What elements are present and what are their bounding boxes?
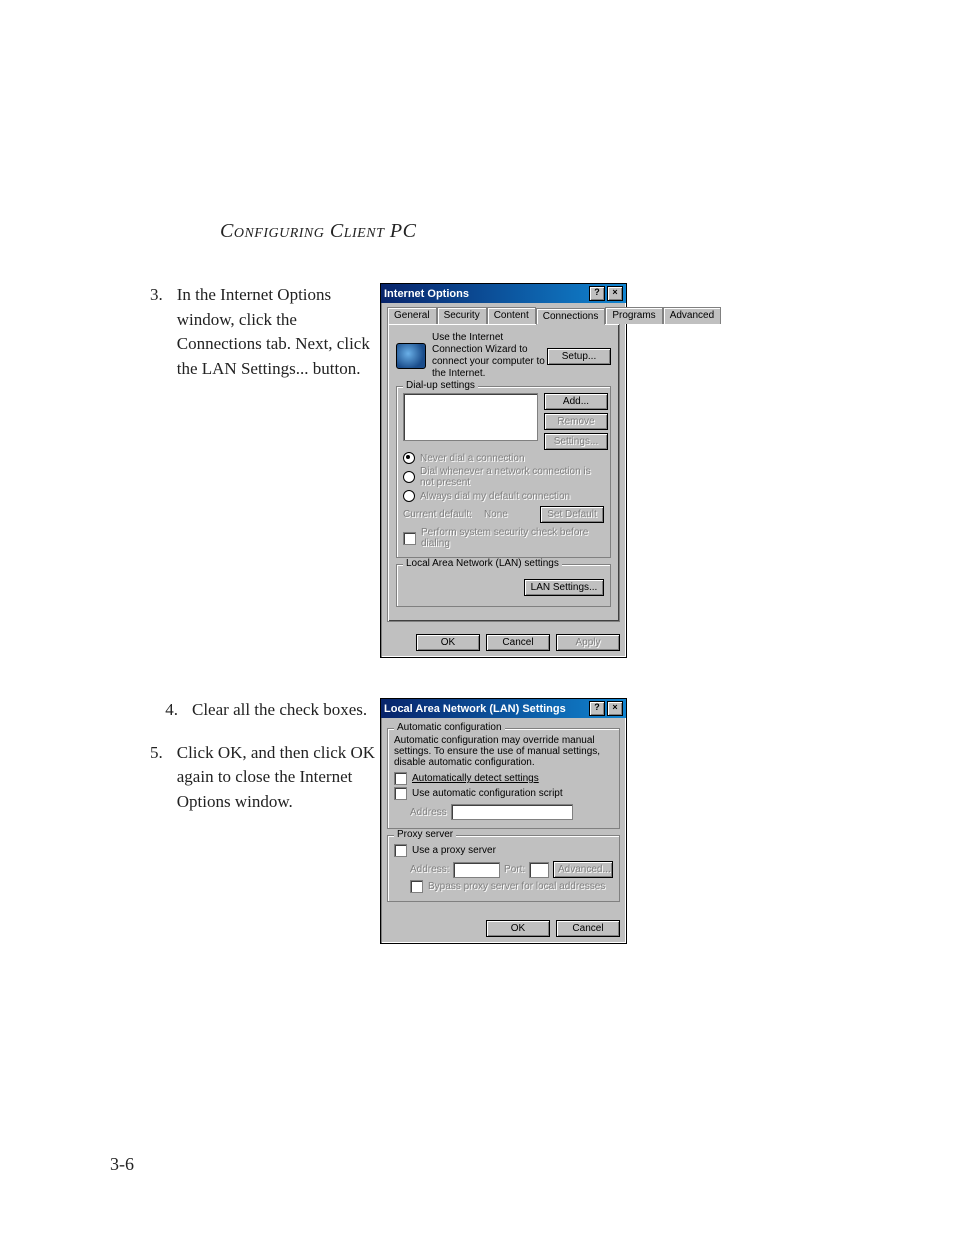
auto-config-text: Automatic configuration may override man… bbox=[394, 735, 613, 768]
remove-button: Remove bbox=[544, 413, 608, 430]
add-button[interactable]: Add... bbox=[544, 393, 608, 410]
proxy-address-input bbox=[453, 862, 500, 878]
help-icon[interactable]: ? bbox=[589, 701, 605, 716]
dialup-fieldset: Dial-up settings Add... Remove Settings.… bbox=[396, 386, 611, 558]
step-5-text: Click OK, and then click OK again to clo… bbox=[177, 741, 380, 815]
internet-options-dialog: Internet Options ? × General Security Co… bbox=[380, 283, 627, 658]
tab-connections[interactable]: Connections bbox=[536, 308, 606, 325]
chk-auto-detect-label: Automatically detect settings bbox=[412, 773, 539, 784]
apply-button: Apply bbox=[556, 634, 620, 651]
checkbox-icon bbox=[410, 880, 423, 893]
radio-never-dial: Never dial a connection bbox=[403, 452, 604, 464]
system-security-check-label: Perform system security check before dia… bbox=[421, 527, 604, 549]
current-default-label: Current default: bbox=[403, 509, 472, 520]
radio-never-dial-label: Never dial a connection bbox=[420, 453, 525, 464]
radio-always-dial-label: Always dial my default connection bbox=[420, 491, 570, 502]
tab-content[interactable]: Content bbox=[487, 307, 536, 324]
proxy-port-label: Port: bbox=[504, 864, 525, 875]
advanced-button: Advanced... bbox=[553, 861, 613, 878]
settings-button: Settings... bbox=[544, 433, 608, 450]
tab-advanced[interactable]: Advanced bbox=[663, 307, 721, 324]
lan-settings-button[interactable]: LAN Settings... bbox=[524, 579, 604, 596]
radio-icon bbox=[403, 490, 415, 502]
script-address-input bbox=[451, 804, 573, 820]
proxy-legend: Proxy server bbox=[394, 829, 456, 840]
lan-settings-title: Local Area Network (LAN) Settings bbox=[384, 703, 587, 715]
proxy-address-label: Address: bbox=[410, 864, 449, 875]
dialup-listbox[interactable] bbox=[403, 393, 538, 441]
checkbox-icon bbox=[403, 532, 416, 545]
step-4-number: 4. bbox=[150, 698, 178, 723]
close-icon[interactable]: × bbox=[607, 701, 623, 716]
chk-auto-detect[interactable]: Automatically detect settings bbox=[394, 772, 613, 785]
globe-icon bbox=[396, 343, 426, 369]
ok-button[interactable]: OK bbox=[416, 634, 480, 651]
radio-icon bbox=[403, 471, 415, 483]
lan-fieldset: Local Area Network (LAN) settings LAN Se… bbox=[396, 564, 611, 607]
wizard-text: Use the Internet Connection Wizard to co… bbox=[432, 332, 547, 380]
page-number: 3-6 bbox=[110, 1154, 134, 1175]
help-icon[interactable]: ? bbox=[589, 286, 605, 301]
lan-settings-titlebar[interactable]: Local Area Network (LAN) Settings ? × bbox=[381, 699, 626, 718]
script-address-label: Address bbox=[410, 807, 447, 818]
step-4: 4. Clear all the check boxes. bbox=[150, 698, 380, 723]
dialup-legend: Dial-up settings bbox=[403, 380, 478, 391]
internet-options-titlebar[interactable]: Internet Options ? × bbox=[381, 284, 626, 303]
close-icon[interactable]: × bbox=[607, 286, 623, 301]
proxy-fieldset: Proxy server Use a proxy server Address:… bbox=[387, 835, 620, 902]
chk-use-script[interactable]: Use automatic configuration script bbox=[394, 787, 613, 800]
radio-icon bbox=[403, 452, 415, 464]
proxy-port-input bbox=[529, 862, 549, 878]
setup-button[interactable]: Setup... bbox=[547, 348, 611, 365]
cancel-button[interactable]: Cancel bbox=[486, 634, 550, 651]
step-3-number: 3. bbox=[150, 283, 163, 382]
chk-bypass-local-label: Bypass proxy server for local addresses bbox=[428, 881, 605, 892]
cancel-button[interactable]: Cancel bbox=[556, 920, 620, 937]
set-default-button: Set Default bbox=[540, 506, 604, 523]
chk-use-proxy[interactable]: Use a proxy server bbox=[394, 844, 613, 857]
lan-legend: Local Area Network (LAN) settings bbox=[403, 558, 562, 569]
auto-config-fieldset: Automatic configuration Automatic config… bbox=[387, 728, 620, 829]
current-default-value: None bbox=[484, 509, 536, 520]
checkbox-icon[interactable] bbox=[394, 844, 407, 857]
step-4-text: Clear all the check boxes. bbox=[192, 698, 367, 723]
radio-dial-when-no-network: Dial whenever a network connection is no… bbox=[403, 466, 604, 488]
step-5-number: 5. bbox=[150, 741, 163, 815]
internet-options-title: Internet Options bbox=[384, 288, 587, 300]
step-3: 3. In the Internet Options window, click… bbox=[150, 283, 380, 382]
step-3-text: In the Internet Options window, click th… bbox=[177, 283, 380, 382]
radio-dial-when-no-network-label: Dial whenever a network connection is no… bbox=[420, 466, 604, 488]
tab-strip: General Security Content Connections Pro… bbox=[387, 307, 620, 324]
auto-config-legend: Automatic configuration bbox=[394, 722, 505, 733]
tab-security[interactable]: Security bbox=[437, 307, 487, 324]
chk-use-proxy-label: Use a proxy server bbox=[412, 845, 496, 856]
checkbox-icon[interactable] bbox=[394, 772, 407, 785]
radio-always-dial: Always dial my default connection bbox=[403, 490, 604, 502]
page-header: Configuring Client PC bbox=[220, 220, 874, 243]
step-5: 5. Click OK, and then click OK again to … bbox=[150, 741, 380, 815]
chk-bypass-local: Bypass proxy server for local addresses bbox=[410, 880, 613, 893]
tab-programs[interactable]: Programs bbox=[605, 307, 662, 324]
ok-button[interactable]: OK bbox=[486, 920, 550, 937]
checkbox-icon[interactable] bbox=[394, 787, 407, 800]
lan-settings-dialog: Local Area Network (LAN) Settings ? × Au… bbox=[380, 698, 627, 944]
chk-use-script-label: Use automatic configuration script bbox=[412, 788, 563, 799]
tab-general[interactable]: General bbox=[387, 307, 437, 324]
